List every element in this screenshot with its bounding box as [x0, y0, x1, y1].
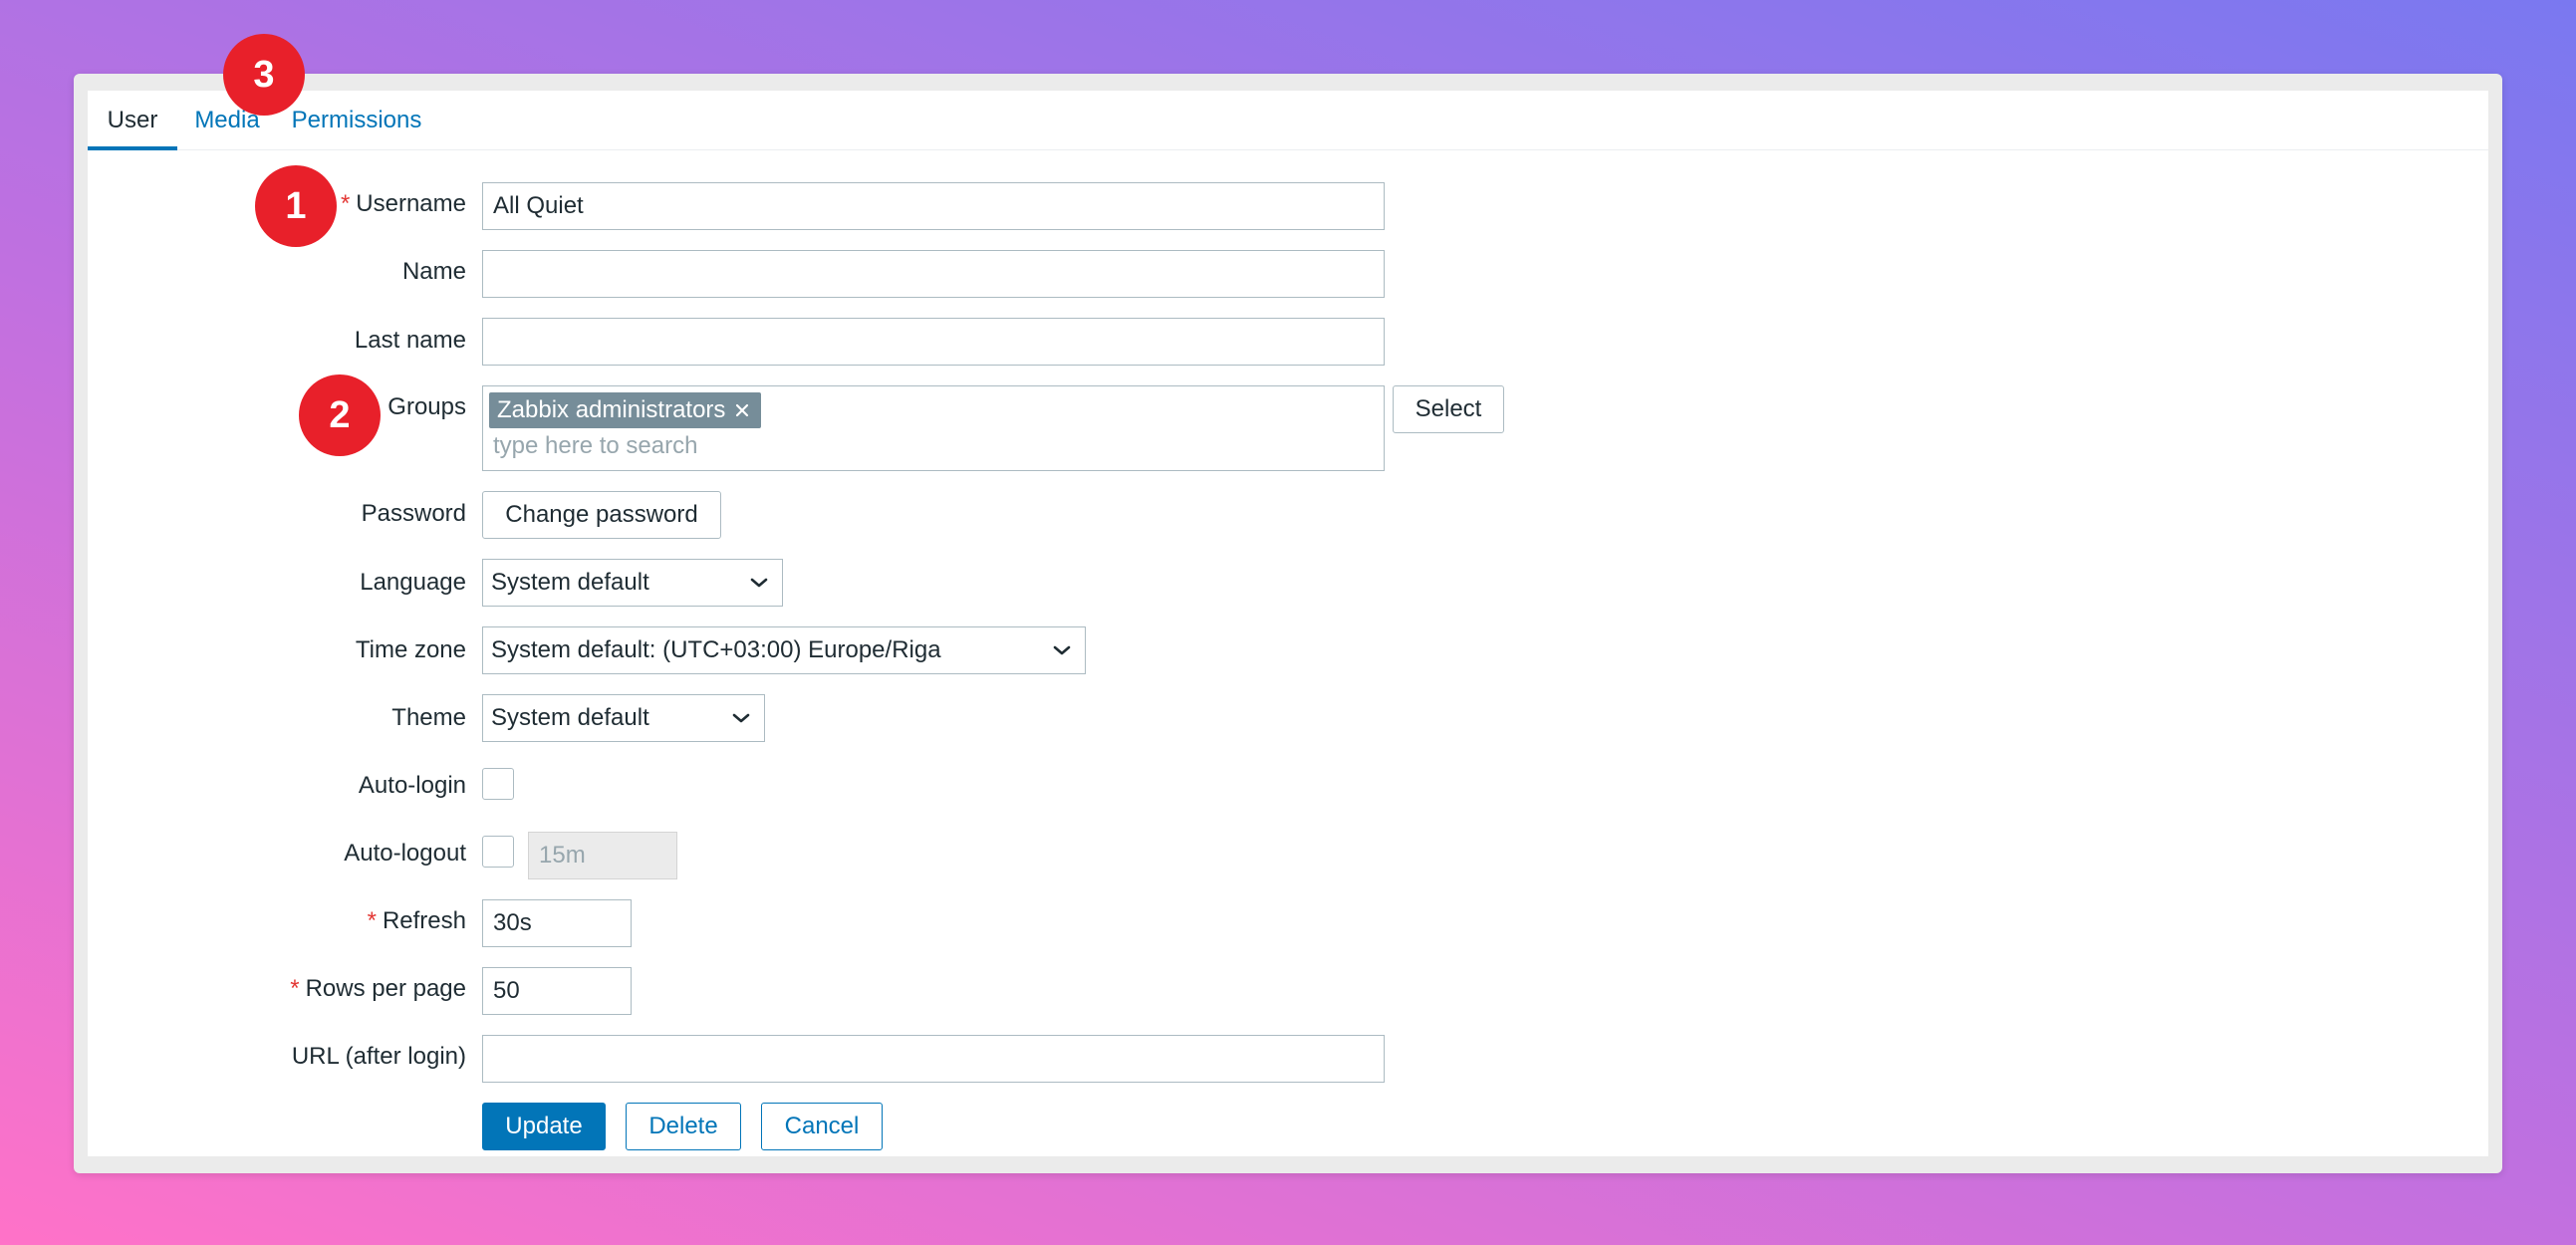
required-marker: * — [290, 975, 300, 1002]
url-label: URL (after login) — [291, 1043, 466, 1070]
password-label: Password — [361, 500, 466, 527]
tab-user[interactable]: User — [88, 91, 177, 150]
cancel-button[interactable]: Cancel — [761, 1103, 883, 1150]
chevron-down-icon — [730, 695, 752, 741]
last-name-label: Last name — [354, 327, 466, 354]
tab-permissions[interactable]: Permissions — [287, 91, 426, 150]
groups-search-input[interactable]: type here to search — [493, 430, 697, 462]
delete-button[interactable]: Delete — [626, 1103, 741, 1150]
refresh-input[interactable]: 30s — [482, 899, 632, 947]
annotation-badge-3: 3 — [223, 34, 305, 116]
rows-per-page-input[interactable]: 50 — [482, 967, 632, 1015]
remove-x-icon[interactable] — [731, 392, 753, 428]
language-select[interactable]: System default — [482, 559, 783, 607]
autologout-input: 15m — [528, 832, 677, 879]
required-marker: * — [367, 907, 377, 934]
update-button[interactable]: Update — [482, 1103, 606, 1150]
theme-value: System default — [491, 704, 649, 731]
language-label: Language — [360, 569, 466, 596]
change-password-button[interactable]: Change password — [482, 491, 721, 539]
timezone-select[interactable]: System default: (UTC+03:00) Europe/Riga — [482, 626, 1086, 674]
refresh-label: * Refresh — [367, 907, 466, 934]
timezone-value: System default: (UTC+03:00) Europe/Riga — [491, 636, 941, 663]
annotation-badge-2: 2 — [299, 374, 381, 456]
name-input[interactable] — [482, 250, 1385, 298]
autologout-checkbox[interactable] — [482, 836, 514, 868]
rows-per-page-label: * Rows per page — [290, 975, 466, 1002]
username-input[interactable]: All Quiet — [482, 182, 1385, 230]
last-name-input[interactable] — [482, 318, 1385, 366]
timezone-label: Time zone — [355, 636, 466, 663]
language-value: System default — [491, 569, 649, 596]
chevron-down-icon — [1051, 627, 1073, 673]
groups-multiselect[interactable]: Zabbix administrators type here to searc… — [482, 385, 1385, 471]
theme-label: Theme — [391, 704, 466, 731]
autologout-label: Auto-logout — [344, 840, 466, 867]
url-input[interactable] — [482, 1035, 1385, 1083]
annotation-badge-1: 1 — [255, 165, 337, 247]
chevron-down-icon — [748, 560, 770, 606]
theme-select[interactable]: System default — [482, 694, 765, 742]
autologin-label: Auto-login — [358, 772, 466, 799]
name-label: Name — [401, 258, 466, 285]
group-chip: Zabbix administrators — [489, 392, 762, 428]
required-marker: * — [340, 190, 351, 217]
group-chip-label: Zabbix administrators — [497, 396, 726, 423]
groups-select-button[interactable]: Select — [1393, 385, 1504, 433]
tab-bar: User Media Permissions — [88, 91, 2488, 150]
user-form-panel: User Media Permissions * Username All Qui… — [74, 74, 2502, 1173]
form-container: User Media Permissions * Username All Qui… — [88, 91, 2488, 1156]
groups-label: Groups — [387, 393, 466, 420]
autologin-checkbox[interactable] — [482, 768, 514, 800]
